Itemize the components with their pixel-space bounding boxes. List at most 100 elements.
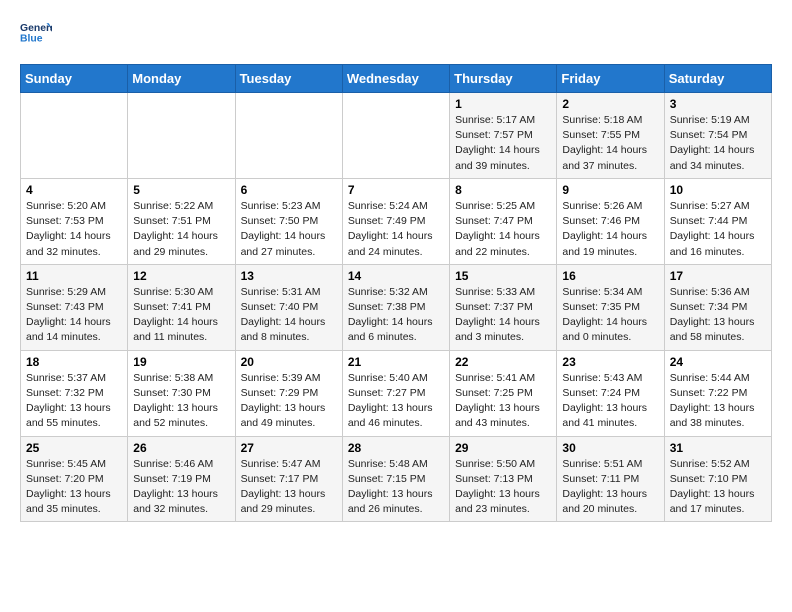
- day-number: 7: [348, 183, 444, 197]
- day-info: Sunrise: 5:36 AMSunset: 7:34 PMDaylight:…: [670, 285, 766, 346]
- calendar-cell: 28 Sunrise: 5:48 AMSunset: 7:15 PMDayligh…: [342, 436, 449, 522]
- logo-icon: GeneralBlue: [20, 20, 52, 48]
- day-number: 5: [133, 183, 229, 197]
- day-number: 27: [241, 441, 337, 455]
- calendar-cell: 6 Sunrise: 5:23 AMSunset: 7:50 PMDaylight…: [235, 178, 342, 264]
- day-number: 26: [133, 441, 229, 455]
- calendar-cell: 30Sunrise: 5:51 AMSunset: 7:11 PMDayligh…: [557, 436, 664, 522]
- header-wednesday: Wednesday: [342, 65, 449, 93]
- week-row-2: 4 Sunrise: 5:20 AMSunset: 7:53 PMDaylight…: [21, 178, 772, 264]
- calendar-cell: 27Sunrise: 5:47 AMSunset: 7:17 PMDayligh…: [235, 436, 342, 522]
- day-number: 24: [670, 355, 766, 369]
- calendar-cell: 29Sunrise: 5:50 AMSunset: 7:13 PMDayligh…: [450, 436, 557, 522]
- day-info: Sunrise: 5:22 AMSunset: 7:51 PMDaylight:…: [133, 199, 229, 260]
- day-info: Sunrise: 5:44 AMSunset: 7:22 PMDaylight:…: [670, 371, 766, 432]
- day-number: 16: [562, 269, 658, 283]
- calendar-cell: 7 Sunrise: 5:24 AMSunset: 7:49 PMDaylight…: [342, 178, 449, 264]
- calendar-cell: 8Sunrise: 5:25 AMSunset: 7:47 PMDaylight…: [450, 178, 557, 264]
- day-info: Sunrise: 5:19 AMSunset: 7:54 PMDaylight:…: [670, 113, 766, 174]
- header-friday: Friday: [557, 65, 664, 93]
- calendar-cell: 19 Sunrise: 5:38 AMSunset: 7:30 PMDayligh…: [128, 350, 235, 436]
- day-number: 12: [133, 269, 229, 283]
- day-number: 11: [26, 269, 122, 283]
- week-row-3: 11 Sunrise: 5:29 AMSunset: 7:43 PMDayligh…: [21, 264, 772, 350]
- calendar-cell: 21 Sunrise: 5:40 AMSunset: 7:27 PMDayligh…: [342, 350, 449, 436]
- day-number: 31: [670, 441, 766, 455]
- calendar-cell: 26 Sunrise: 5:46 AMSunset: 7:19 PMDayligh…: [128, 436, 235, 522]
- svg-text:General: General: [20, 23, 52, 34]
- day-number: 1: [455, 97, 551, 111]
- day-number: 21: [348, 355, 444, 369]
- day-info: Sunrise: 5:25 AMSunset: 7:47 PMDaylight:…: [455, 199, 551, 260]
- day-info: Sunrise: 5:43 AMSunset: 7:24 PMDaylight:…: [562, 371, 658, 432]
- day-info: Sunrise: 5:46 AMSunset: 7:19 PMDaylight:…: [133, 457, 229, 518]
- day-number: 3: [670, 97, 766, 111]
- calendar-cell: 13Sunrise: 5:31 AMSunset: 7:40 PMDayligh…: [235, 264, 342, 350]
- day-number: 25: [26, 441, 122, 455]
- day-info: Sunrise: 5:39 AMSunset: 7:29 PMDaylight:…: [241, 371, 337, 432]
- day-info: Sunrise: 5:32 AMSunset: 7:38 PMDaylight:…: [348, 285, 444, 346]
- calendar-cell: 16 Sunrise: 5:34 AMSunset: 7:35 PMDayligh…: [557, 264, 664, 350]
- header-tuesday: Tuesday: [235, 65, 342, 93]
- day-info: Sunrise: 5:23 AMSunset: 7:50 PMDaylight:…: [241, 199, 337, 260]
- day-info: Sunrise: 5:18 AMSunset: 7:55 PMDaylight:…: [562, 113, 658, 174]
- day-number: 6: [241, 183, 337, 197]
- calendar-cell: 22 Sunrise: 5:41 AMSunset: 7:25 PMDayligh…: [450, 350, 557, 436]
- calendar-cell: 4 Sunrise: 5:20 AMSunset: 7:53 PMDaylight…: [21, 178, 128, 264]
- calendar-cell: [128, 93, 235, 179]
- day-info: Sunrise: 5:40 AMSunset: 7:27 PMDaylight:…: [348, 371, 444, 432]
- day-info: Sunrise: 5:45 AMSunset: 7:20 PMDaylight:…: [26, 457, 122, 518]
- calendar-cell: 25 Sunrise: 5:45 AMSunset: 7:20 PMDayligh…: [21, 436, 128, 522]
- day-info: Sunrise: 5:41 AMSunset: 7:25 PMDaylight:…: [455, 371, 551, 432]
- day-info: Sunrise: 5:31 AMSunset: 7:40 PMDaylight:…: [241, 285, 337, 346]
- calendar-cell: 11 Sunrise: 5:29 AMSunset: 7:43 PMDayligh…: [21, 264, 128, 350]
- calendar-cell: 15Sunrise: 5:33 AMSunset: 7:37 PMDayligh…: [450, 264, 557, 350]
- calendar-cell: [342, 93, 449, 179]
- day-info: Sunrise: 5:34 AMSunset: 7:35 PMDaylight:…: [562, 285, 658, 346]
- calendar-cell: 12 Sunrise: 5:30 AMSunset: 7:41 PMDayligh…: [128, 264, 235, 350]
- day-info: Sunrise: 5:29 AMSunset: 7:43 PMDaylight:…: [26, 285, 122, 346]
- day-number: 17: [670, 269, 766, 283]
- calendar-cell: 2Sunrise: 5:18 AMSunset: 7:55 PMDaylight…: [557, 93, 664, 179]
- calendar-cell: 14Sunrise: 5:32 AMSunset: 7:38 PMDayligh…: [342, 264, 449, 350]
- page-header: GeneralBlue: [20, 20, 772, 48]
- day-number: 10: [670, 183, 766, 197]
- week-row-4: 18 Sunrise: 5:37 AMSunset: 7:32 PMDayligh…: [21, 350, 772, 436]
- calendar-cell: [235, 93, 342, 179]
- day-info: Sunrise: 5:17 AMSunset: 7:57 PMDaylight:…: [455, 113, 551, 174]
- calendar-cell: 18 Sunrise: 5:37 AMSunset: 7:32 PMDayligh…: [21, 350, 128, 436]
- day-info: Sunrise: 5:20 AMSunset: 7:53 PMDaylight:…: [26, 199, 122, 260]
- calendar-table: SundayMondayTuesdayWednesdayThursdayFrid…: [20, 64, 772, 522]
- day-info: Sunrise: 5:30 AMSunset: 7:41 PMDaylight:…: [133, 285, 229, 346]
- day-info: Sunrise: 5:38 AMSunset: 7:30 PMDaylight:…: [133, 371, 229, 432]
- calendar-cell: 9 Sunrise: 5:26 AMSunset: 7:46 PMDaylight…: [557, 178, 664, 264]
- week-row-1: 1 Sunrise: 5:17 AMSunset: 7:57 PMDaylight…: [21, 93, 772, 179]
- day-number: 28: [348, 441, 444, 455]
- day-info: Sunrise: 5:52 AMSunset: 7:10 PMDaylight:…: [670, 457, 766, 518]
- day-number: 9: [562, 183, 658, 197]
- day-info: Sunrise: 5:33 AMSunset: 7:37 PMDaylight:…: [455, 285, 551, 346]
- logo: GeneralBlue: [20, 20, 52, 48]
- day-info: Sunrise: 5:27 AMSunset: 7:44 PMDaylight:…: [670, 199, 766, 260]
- week-row-5: 25 Sunrise: 5:45 AMSunset: 7:20 PMDayligh…: [21, 436, 772, 522]
- day-number: 22: [455, 355, 551, 369]
- header-sunday: Sunday: [21, 65, 128, 93]
- day-info: Sunrise: 5:26 AMSunset: 7:46 PMDaylight:…: [562, 199, 658, 260]
- header-monday: Monday: [128, 65, 235, 93]
- calendar-cell: 24 Sunrise: 5:44 AMSunset: 7:22 PMDayligh…: [664, 350, 771, 436]
- day-number: 23: [562, 355, 658, 369]
- day-number: 18: [26, 355, 122, 369]
- day-info: Sunrise: 5:50 AMSunset: 7:13 PMDaylight:…: [455, 457, 551, 518]
- day-number: 30: [562, 441, 658, 455]
- day-info: Sunrise: 5:37 AMSunset: 7:32 PMDaylight:…: [26, 371, 122, 432]
- calendar-cell: 20Sunrise: 5:39 AMSunset: 7:29 PMDayligh…: [235, 350, 342, 436]
- header-thursday: Thursday: [450, 65, 557, 93]
- calendar-header-row: SundayMondayTuesdayWednesdayThursdayFrid…: [21, 65, 772, 93]
- calendar-cell: 31 Sunrise: 5:52 AMSunset: 7:10 PMDayligh…: [664, 436, 771, 522]
- calendar-cell: 3 Sunrise: 5:19 AMSunset: 7:54 PMDaylight…: [664, 93, 771, 179]
- day-number: 4: [26, 183, 122, 197]
- header-saturday: Saturday: [664, 65, 771, 93]
- day-info: Sunrise: 5:24 AMSunset: 7:49 PMDaylight:…: [348, 199, 444, 260]
- day-info: Sunrise: 5:48 AMSunset: 7:15 PMDaylight:…: [348, 457, 444, 518]
- day-number: 19: [133, 355, 229, 369]
